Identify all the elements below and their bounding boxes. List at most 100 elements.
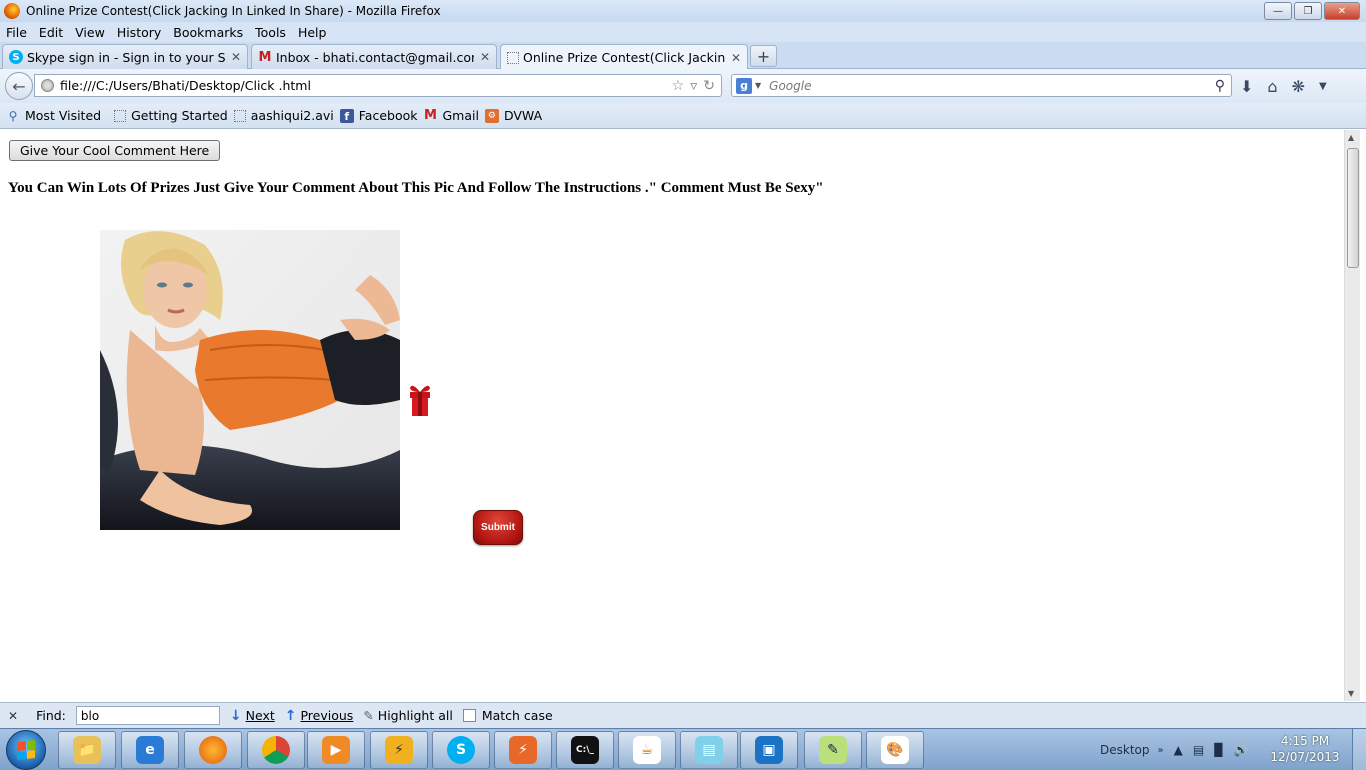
back-button[interactable]: ←	[5, 72, 33, 100]
taskbar-notes[interactable]: ▤	[680, 731, 738, 769]
minimize-button[interactable]: —	[1264, 2, 1292, 20]
menu-history[interactable]: History	[111, 25, 167, 40]
burp-icon: ⚡	[509, 736, 537, 764]
clock-date: 12/07/2013	[1270, 750, 1340, 764]
bookmark-gmail[interactable]: M Gmail	[424, 108, 479, 123]
taskbar-virtualbox[interactable]: ▣	[740, 731, 798, 769]
virtualbox-icon: ▣	[755, 736, 783, 764]
firefox-icon	[199, 736, 227, 764]
google-icon[interactable]: g	[736, 77, 752, 94]
system-tray: Desktop » ▲ ▤ ▉ 🔊	[1100, 729, 1248, 770]
taskbar-skype[interactable]: S	[432, 731, 490, 769]
scroll-up-icon[interactable]: ▲	[1348, 133, 1354, 142]
addon-bug-icon[interactable]: ❋	[1292, 77, 1305, 96]
show-desktop-button[interactable]	[1352, 729, 1366, 770]
match-case-label[interactable]: Match case	[482, 708, 553, 723]
taskbar-winamp[interactable]: ⚡	[370, 731, 428, 769]
tab-close-icon[interactable]: ✕	[731, 51, 741, 65]
tab-close-icon[interactable]: ✕	[480, 50, 490, 64]
give-comment-button[interactable]: Give Your Cool Comment Here	[9, 140, 221, 161]
network-signal-icon[interactable]: ▉	[1214, 743, 1223, 757]
taskbar-chrome[interactable]	[247, 731, 305, 769]
tray-expand-icon[interactable]: ▲	[1174, 743, 1183, 757]
taskbar-firefox[interactable]	[184, 731, 242, 769]
dropdown-arrow-icon[interactable]: ▿	[690, 78, 697, 94]
clock-time: 4:15 PM	[1280, 734, 1330, 748]
search-bar[interactable]: g ▼ Google ⚲	[731, 74, 1232, 97]
menu-edit[interactable]: Edit	[33, 25, 69, 40]
find-next-button[interactable]: ↓ Next	[230, 708, 275, 724]
vertical-scrollbar[interactable]: ▲ ▼	[1344, 130, 1360, 701]
find-label: Find:	[36, 708, 66, 723]
find-close-icon[interactable]: ✕	[8, 709, 18, 723]
search-input[interactable]: Google	[769, 79, 1215, 93]
reload-icon[interactable]: ↻	[703, 78, 715, 94]
find-previous-label: Previous	[300, 708, 354, 723]
chevron-down-icon[interactable]: ▼	[755, 81, 761, 90]
menu-help[interactable]: Help	[292, 25, 333, 40]
menu-bookmarks[interactable]: Bookmarks	[167, 25, 249, 40]
volume-icon[interactable]: 🔊	[1233, 743, 1248, 757]
taskbar-notepad-plus[interactable]: ✎	[804, 731, 862, 769]
download-icon[interactable]: ⬇	[1240, 77, 1253, 96]
tab-skype[interactable]: S Skype sign in - Sign in to your Skype …	[2, 44, 248, 69]
bookmark-getting-started[interactable]: Getting Started	[114, 108, 228, 123]
page-heading: You Can Win Lots Of Prizes Just Give You…	[8, 180, 824, 196]
blank-page-icon	[114, 109, 127, 122]
clock[interactable]: 4:15 PM 12/07/2013	[1270, 733, 1340, 765]
search-icon[interactable]: ⚲	[1215, 78, 1225, 94]
nav-tools: ⬇ ⌂ ❋ ▼	[1240, 77, 1327, 96]
find-previous-button[interactable]: ↑ Previous	[285, 708, 354, 724]
bookmark-label: Facebook	[358, 108, 418, 123]
bookmark-star-icon[interactable]: ☆	[672, 78, 685, 94]
scroll-down-icon[interactable]: ▼	[1348, 689, 1354, 698]
facebook-icon: f	[339, 108, 354, 123]
tab-online-prize-contest[interactable]: Online Prize Contest(Click Jacking In ..…	[500, 44, 748, 70]
bookmark-facebook[interactable]: f Facebook	[339, 108, 418, 123]
window-title: Online Prize Contest(Click Jacking In Li…	[26, 4, 441, 18]
menu-file[interactable]: File	[0, 25, 33, 40]
menu-tools[interactable]: Tools	[249, 25, 292, 40]
menu-bar: File Edit View History Bookmarks Tools H…	[0, 22, 1366, 42]
taskbar-command-prompt[interactable]: C:\_	[556, 731, 614, 769]
tab-close-icon[interactable]: ✕	[231, 50, 241, 64]
highlight-all-button[interactable]: ✎ Highlight all	[363, 708, 453, 723]
blank-page-icon	[507, 51, 519, 64]
taskbar-media-player[interactable]: ▶	[307, 731, 365, 769]
close-window-button[interactable]: ✕	[1324, 2, 1360, 20]
media-player-icon: ▶	[322, 736, 350, 764]
gift-icon[interactable]	[406, 380, 434, 416]
bookmark-dvwa[interactable]: ⚙ DVWA	[484, 108, 543, 123]
power-icon[interactable]: ▤	[1193, 743, 1204, 757]
windows-logo-icon	[17, 740, 35, 760]
chevron-down-icon[interactable]: ▼	[1319, 81, 1327, 92]
taskbar-burp[interactable]: ⚡	[494, 731, 552, 769]
scroll-thumb[interactable]	[1347, 148, 1359, 268]
desktop-toolbar-label[interactable]: Desktop	[1100, 743, 1150, 757]
start-button[interactable]	[6, 730, 46, 770]
highlight-all-label: Highlight all	[377, 708, 453, 723]
new-tab-button[interactable]: +	[750, 45, 777, 67]
taskbar-paint[interactable]: 🎨	[866, 731, 924, 769]
find-input[interactable]	[75, 706, 220, 725]
chevron-up-icon[interactable]: »	[1158, 745, 1164, 756]
arrow-down-icon: ↓	[229, 707, 242, 724]
url-bar[interactable]: file:///C:/Users/Bhati/Desktop/Click .ht…	[34, 74, 722, 97]
skype-icon: S	[9, 50, 23, 64]
bookmark-aashiqui2[interactable]: aashiqui2.avi	[233, 108, 334, 123]
bookmark-label: Gmail	[442, 108, 479, 123]
highlighter-icon: ✎	[363, 708, 374, 723]
match-case-checkbox[interactable]	[462, 709, 476, 722]
taskbar-explorer[interactable]: 📁	[58, 731, 116, 769]
submit-button[interactable]: Submit	[473, 510, 523, 545]
maximize-button[interactable]: ❐	[1294, 2, 1322, 20]
home-icon[interactable]: ⌂	[1267, 77, 1277, 96]
url-text[interactable]: file:///C:/Users/Bhati/Desktop/Click .ht…	[60, 78, 672, 93]
taskbar-internet-explorer[interactable]: e	[121, 731, 179, 769]
taskbar-java[interactable]: ☕	[618, 731, 676, 769]
dvwa-icon: ⚙	[484, 108, 499, 123]
bookmark-label: DVWA	[503, 108, 543, 123]
menu-view[interactable]: View	[69, 25, 111, 40]
tab-gmail[interactable]: M Inbox - bhati.contact@gmail.com - G...…	[251, 44, 497, 69]
bookmark-most-visited[interactable]: ⚲ Most Visited	[6, 108, 102, 123]
